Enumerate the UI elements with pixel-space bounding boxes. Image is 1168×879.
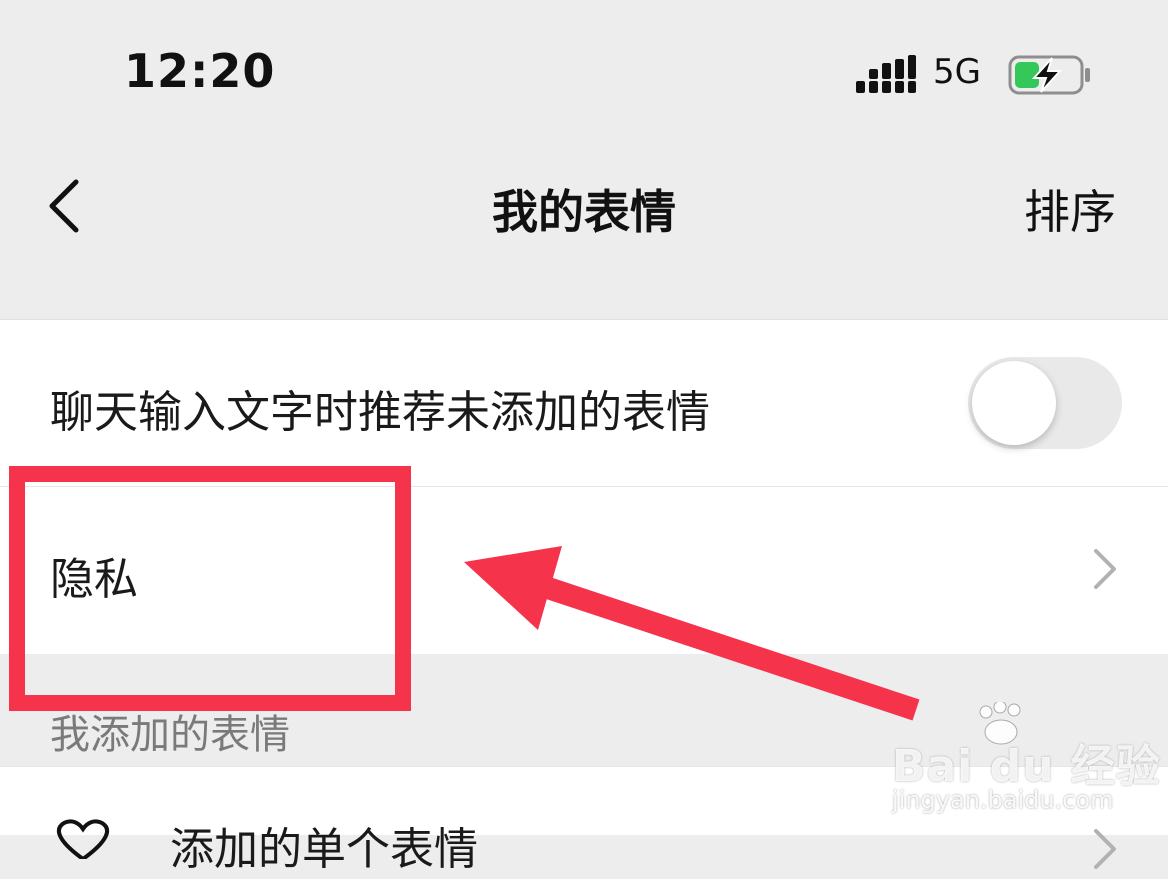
chevron-right-icon xyxy=(1094,549,1116,589)
watermark-url: jingyan.baidu.com xyxy=(892,786,1114,814)
annotation-arrow xyxy=(464,546,920,721)
toggle-knob xyxy=(972,361,1056,445)
network-type: 5G xyxy=(933,52,981,92)
recommend-emoji-label: 聊天输入文字时推荐未添加的表情 xyxy=(50,387,710,438)
page-title: 我的表情 xyxy=(492,185,676,239)
baidu-jingyan-watermark: Bai du 经验 jingyan.baidu.com xyxy=(892,702,1162,826)
watermark-brand: Bai du 经验 xyxy=(892,741,1161,792)
status-bar: 12:20 5G xyxy=(0,0,1168,150)
status-time: 12:20 xyxy=(124,44,276,98)
recommend-emoji-row: 聊天输入文字时推荐未添加的表情 xyxy=(0,319,1168,486)
heart-icon xyxy=(57,819,109,859)
annotation-highlight-box xyxy=(9,466,411,711)
chevron-right-icon xyxy=(1094,829,1116,869)
battery-charging-icon xyxy=(1008,55,1090,95)
signal-strength-icon xyxy=(856,55,916,93)
chevron-left-icon[interactable] xyxy=(40,178,90,234)
recommend-emoji-toggle[interactable] xyxy=(968,357,1122,449)
navigation-bar: 我的表情 排序 xyxy=(0,150,1168,262)
sort-button[interactable]: 排序 xyxy=(1024,176,1116,242)
added-emoji-label: 添加的单个表情 xyxy=(170,824,478,875)
